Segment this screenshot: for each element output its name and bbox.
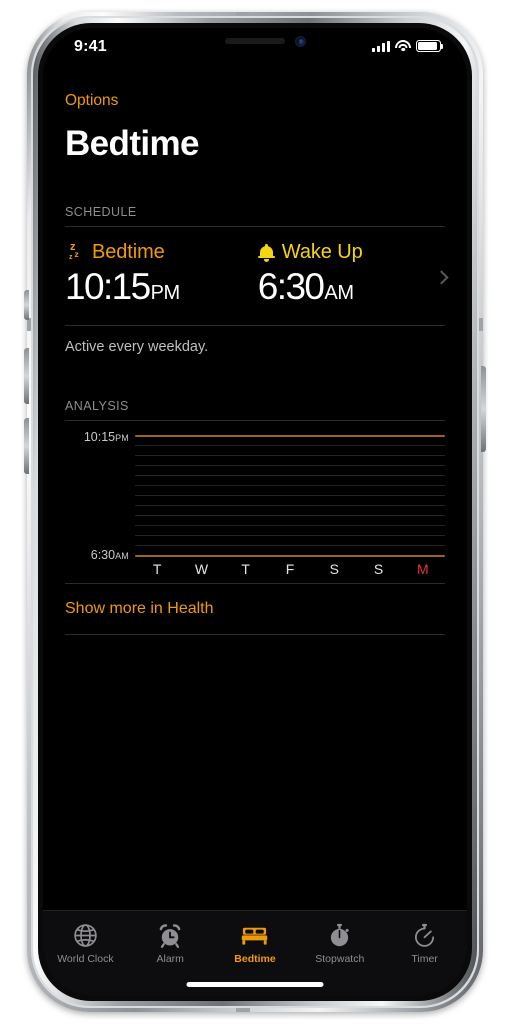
- tab-label-alarm: Alarm: [156, 953, 184, 965]
- divider: [65, 419, 445, 421]
- volume-down-button[interactable]: [24, 418, 29, 474]
- chart-gridline: [135, 474, 445, 476]
- chart-gridline: [135, 444, 445, 446]
- phone-screen: 9:41 Options Bedtime SCHEDULE z z z Bedt…: [43, 28, 467, 996]
- schedule-note: Active every weekday.: [65, 338, 209, 355]
- y-axis-label-top: 10:15PM: [83, 429, 129, 444]
- antenna-line-right: [479, 318, 483, 331]
- bedtime-screen: Options Bedtime SCHEDULE zzz Bedtime 10:…: [43, 68, 467, 996]
- chart-x-tick-label: S: [329, 560, 339, 577]
- chart-gridline: [135, 514, 445, 516]
- tab-timer[interactable]: Timer: [382, 922, 467, 965]
- bedtime-label: Bedtime: [92, 241, 165, 263]
- tab-label-stopwatch: Stopwatch: [315, 953, 365, 965]
- chart-plot-area: [135, 434, 445, 557]
- chart-x-tick-label: F: [285, 560, 295, 577]
- tab-label-bedtime: Bedtime: [234, 953, 276, 965]
- analysis-section-header: ANALYSIS: [65, 398, 129, 413]
- stopwatch-icon: [327, 922, 352, 949]
- globe-icon: [73, 922, 98, 949]
- chart-gridline: [135, 494, 445, 496]
- tab-label-world-clock: World Clock: [57, 953, 114, 965]
- earpiece-speaker-icon: [225, 38, 285, 44]
- divider: [65, 633, 445, 635]
- wakeup-time: 6:30 AM: [257, 266, 363, 307]
- chart-gridline: [135, 534, 445, 536]
- wakeup-time-value: 6:30: [257, 266, 325, 307]
- schedule-row[interactable]: zzz Bedtime 10:15 PM Wake Up 6:30 AM: [65, 227, 449, 325]
- chart-x-tick-label: M: [416, 560, 429, 577]
- show-more-in-health-button[interactable]: Show more in Health: [65, 584, 445, 634]
- tab-stopwatch[interactable]: Stopwatch: [297, 922, 382, 965]
- wakeup-label: Wake Up: [281, 241, 363, 263]
- status-bar-indicators: [372, 40, 444, 52]
- bedtime-column[interactable]: zzz Bedtime 10:15 PM: [65, 241, 180, 307]
- bedtime-time: 10:15 PM: [65, 266, 181, 307]
- wakeup-meridiem: AM: [324, 282, 354, 304]
- chart-gridline: [135, 544, 445, 546]
- alarm-clock-icon: [157, 922, 183, 949]
- wakeup-column[interactable]: Wake Up 6:30 AM: [257, 241, 363, 307]
- chart-gridline: [135, 504, 445, 506]
- battery-full-icon: [416, 40, 444, 52]
- wifi-icon: [395, 40, 411, 52]
- screenshot-canvas: 9:41 Options Bedtime SCHEDULE z z z Bedt…: [0, 0, 510, 1024]
- chart-x-tick-label: S: [373, 560, 384, 577]
- page-title: Bedtime: [65, 124, 199, 163]
- tab-alarm[interactable]: Alarm: [128, 922, 213, 965]
- status-bar-time: 9:41: [74, 38, 107, 55]
- bed-icon: [241, 922, 268, 949]
- side-power-button[interactable]: [481, 366, 486, 452]
- antenna-line-bottom: [236, 1008, 250, 1012]
- chart-gridline: [135, 484, 445, 486]
- tab-bedtime[interactable]: Bedtime: [213, 922, 298, 965]
- chart-gridline: [135, 464, 445, 466]
- chart-gridline: [135, 524, 445, 526]
- chart-bedtime-boundary-line: [135, 434, 445, 437]
- zzz-sleep-icon: zzz: [69, 240, 79, 261]
- chart-x-axis: TWTFSSM: [135, 561, 445, 577]
- antenna-line-top: [236, 12, 250, 16]
- home-indicator[interactable]: [186, 982, 324, 987]
- chart-gridline: [135, 454, 445, 456]
- timer-icon: [412, 922, 437, 949]
- chart-x-tick-label: T: [241, 560, 250, 577]
- bedtime-meridiem: PM: [150, 282, 181, 304]
- chart-y-axis: 10:15PM 6:30AM: [65, 430, 129, 583]
- ring-silent-switch[interactable]: [24, 290, 29, 320]
- sleep-analysis-chart: 10:15PM 6:30AM T W T F S S M: [65, 430, 445, 583]
- display-notch: [167, 28, 343, 57]
- volume-up-button[interactable]: [24, 348, 29, 404]
- chart-x-tick-label: W: [194, 560, 209, 577]
- bedtime-heading: zzz Bedtime: [65, 241, 180, 264]
- chart-wakeup-boundary-line: [135, 554, 445, 557]
- cellular-signal-icon: [372, 40, 390, 52]
- tab-label-timer: Timer: [411, 953, 438, 965]
- tab-world-clock[interactable]: World Clock: [43, 922, 128, 965]
- bell-icon: [257, 243, 275, 262]
- y-axis-label-bottom: 6:30AM: [90, 547, 129, 562]
- front-camera-icon: [295, 36, 306, 47]
- chart-x-tick-label: T: [152, 560, 162, 577]
- bedtime-time-value: 10:15: [65, 266, 151, 307]
- schedule-section-header: SCHEDULE: [65, 205, 137, 219]
- wakeup-heading: Wake Up: [257, 241, 363, 264]
- options-button[interactable]: Options: [65, 68, 118, 110]
